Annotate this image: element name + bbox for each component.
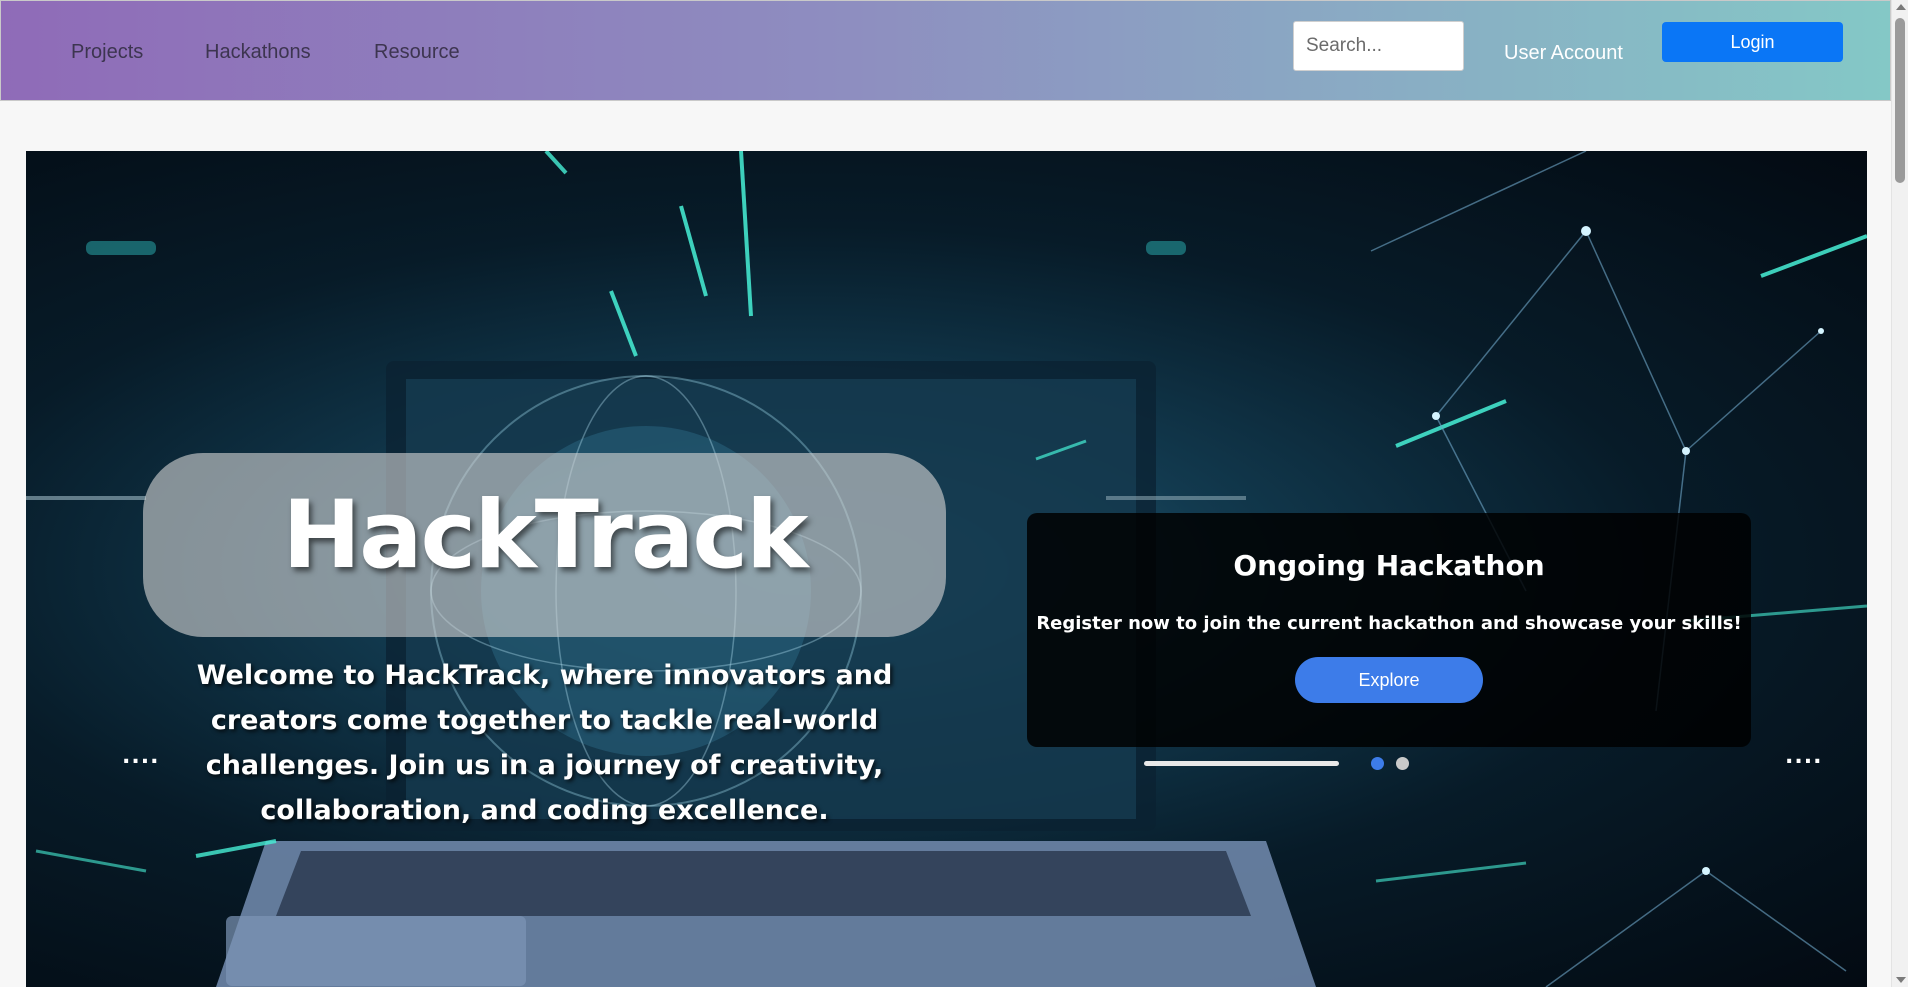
ongoing-hackathon-card: Ongoing Hackathon Register now to join t… bbox=[1027, 513, 1751, 747]
top-nav: Projects Hackathons Resource User Accoun… bbox=[0, 0, 1891, 101]
nav-link-projects[interactable]: Projects bbox=[71, 41, 143, 64]
user-account-link[interactable]: User Account bbox=[1504, 42, 1623, 65]
vertical-scrollbar[interactable] bbox=[1891, 0, 1908, 987]
hero-banner: HackTrack Welcome to HackTrack, where in… bbox=[26, 151, 1867, 987]
hero-welcome-text: Welcome to HackTrack, where innovators a… bbox=[196, 660, 893, 826]
scroll-down-arrow-icon[interactable] bbox=[1896, 977, 1906, 983]
hero-title: HackTrack bbox=[282, 481, 808, 590]
carousel-dot-1[interactable] bbox=[1371, 757, 1384, 770]
scroll-up-arrow-icon[interactable] bbox=[1896, 4, 1906, 10]
explore-button[interactable]: Explore bbox=[1295, 657, 1483, 703]
scroll-thumb[interactable] bbox=[1895, 18, 1905, 183]
carousel-dot-2[interactable] bbox=[1396, 757, 1409, 770]
carousel-progress-bar bbox=[1144, 761, 1339, 766]
carousel-next-ellipsis: .... bbox=[1785, 744, 1823, 769]
search-input[interactable] bbox=[1293, 21, 1464, 71]
login-button[interactable]: Login bbox=[1662, 22, 1843, 62]
nav-link-hackathons[interactable]: Hackathons bbox=[205, 41, 311, 64]
card-title: Ongoing Hackathon bbox=[1233, 549, 1545, 582]
nav-link-resource[interactable]: Resource bbox=[374, 41, 460, 64]
card-description: Register now to join the current hackath… bbox=[1036, 613, 1742, 634]
carousel-prev-ellipsis: .... bbox=[122, 744, 160, 769]
